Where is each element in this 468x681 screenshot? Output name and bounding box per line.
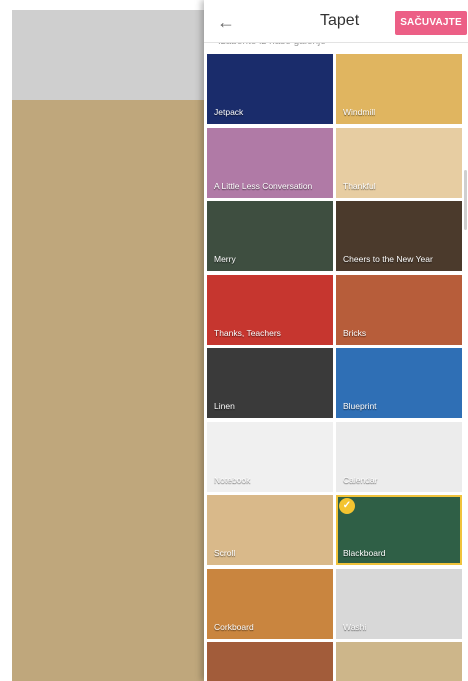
check-icon: ✓ xyxy=(339,498,355,514)
wallpaper-tile[interactable]: Washi xyxy=(336,568,462,639)
wallpaper-tile-label: Corkboard xyxy=(214,621,254,632)
wallpaper-tile[interactable]: Windmill xyxy=(336,54,462,124)
wallpaper-tile[interactable]: Cheers to the New Year xyxy=(336,201,462,271)
wallpaper-tile[interactable]: A Little Less Conversation xyxy=(207,127,333,198)
wallpaper-tile[interactable] xyxy=(207,642,333,681)
wallpaper-tile[interactable] xyxy=(336,642,462,681)
wallpaper-tile[interactable]: ✓ Blackboard xyxy=(336,495,462,565)
background-page-header xyxy=(12,10,204,100)
wallpaper-panel: ← Tapet SAČUVAJTE Izaberite iz naše gale… xyxy=(204,0,468,681)
wallpaper-tile-label: Thanks, Teachers xyxy=(214,327,281,338)
wallpaper-tile-label: Washi xyxy=(343,621,367,632)
scrollbar[interactable] xyxy=(464,170,467,230)
wallpaper-tile-label: Linen xyxy=(214,401,235,411)
wallpaper-tile-label: Blackboard xyxy=(343,548,386,558)
wallpaper-tile[interactable]: Merry xyxy=(207,201,333,271)
wallpaper-tile[interactable]: Corkboard xyxy=(207,568,333,639)
panel-header: ← Tapet SAČUVAJTE xyxy=(204,0,468,43)
wallpaper-tile-label: Windmill xyxy=(343,107,376,117)
wallpaper-tile[interactable]: Jetpack xyxy=(207,54,333,124)
wallpaper-tile[interactable]: Blueprint xyxy=(336,348,462,418)
wallpaper-tile[interactable]: Scroll xyxy=(207,495,333,565)
wallpaper-tile-label: A Little Less Conversation xyxy=(214,180,313,191)
wallpaper-tile-label: Notebook xyxy=(214,474,251,485)
wallpaper-tile-label: Jetpack xyxy=(214,107,244,117)
panel-title: Tapet xyxy=(320,12,360,29)
wallpaper-tile[interactable]: Thankful xyxy=(336,127,462,198)
wallpaper-tile[interactable]: Calendar xyxy=(336,421,462,492)
wallpaper-tile-label: Calendar xyxy=(343,474,378,485)
arrow-left-icon[interactable]: ← xyxy=(214,10,238,34)
background-page xyxy=(12,10,204,681)
wallpaper-tile[interactable]: Notebook xyxy=(207,421,333,492)
wallpaper-tile[interactable]: Linen xyxy=(207,348,333,418)
wallpaper-tile[interactable]: Thanks, Teachers xyxy=(207,274,333,345)
wallpaper-tile-label: Merry xyxy=(214,254,236,264)
wallpaper-tile-label: Thankful xyxy=(343,180,376,191)
save-button[interactable]: SAČUVAJTE xyxy=(395,11,467,35)
wallpaper-tile-label: Scroll xyxy=(214,548,236,558)
wallpaper-tile[interactable]: Bricks xyxy=(336,274,462,345)
wallpaper-tile-label: Cheers to the New Year xyxy=(343,254,433,264)
wallpaper-tile-label: Blueprint xyxy=(343,401,377,411)
wallpaper-tile-label: Bricks xyxy=(343,327,367,338)
